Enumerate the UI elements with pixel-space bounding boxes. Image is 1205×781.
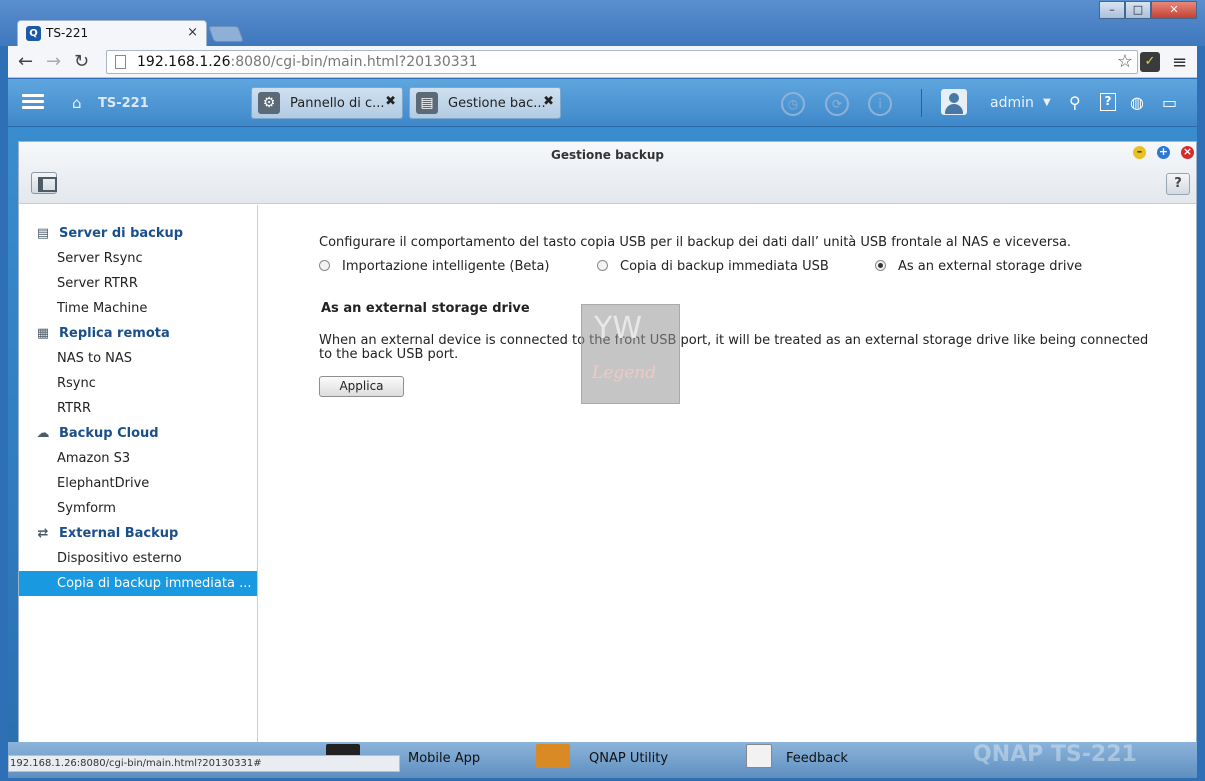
minimize-icon[interactable]: – — [1133, 146, 1146, 159]
globe-icon[interactable]: ◍ — [1130, 93, 1144, 112]
monitor-icon[interactable]: ▭ — [1162, 93, 1177, 112]
server-icon: ▤ — [36, 226, 50, 241]
tab-backup-manager[interactable]: ▤ Gestione bac... ✖ — [409, 87, 561, 119]
window-header: Gestione backup – + × ? — [19, 142, 1196, 204]
maximize-icon[interactable]: □ — [1125, 1, 1151, 19]
utility-icon[interactable] — [536, 744, 570, 768]
qnap-brand-logo: QNAP TS-221 — [973, 742, 1137, 767]
sidebar-item-rsync-server[interactable]: Server Rsync — [57, 251, 143, 266]
sidebar-group-external-backup[interactable]: ⇄ External Backup — [35, 526, 179, 541]
radio-button[interactable] — [319, 260, 330, 271]
nas-name: TS-221 — [98, 96, 149, 111]
browser-menu-icon[interactable]: ≡ — [1172, 52, 1187, 73]
browser-titlebar: Q TS-221 × – □ ✕ — [0, 0, 1205, 46]
tab-label: Pannello di c... — [290, 96, 385, 111]
sidebar-group-backup-cloud[interactable]: ☁ Backup Cloud — [35, 426, 159, 441]
window-title: Gestione backup — [551, 148, 664, 162]
help-icon[interactable]: ? — [1100, 93, 1116, 111]
help-button[interactable]: ? — [1166, 173, 1190, 195]
search-icon[interactable]: ⚲ — [1069, 93, 1081, 112]
section-text: When an external device is connected to … — [319, 333, 1149, 362]
dock-item-qnap-utility[interactable]: QNAP Utility — [589, 751, 668, 766]
watermark-logo: YW Legend — [581, 304, 680, 404]
main-panel: Configurare il comportamento del tasto c… — [259, 205, 1196, 745]
feedback-icon[interactable] — [746, 744, 772, 768]
sidebar-item-external-device[interactable]: Dispositivo esterno — [57, 551, 182, 566]
sidebar-group-remote-replica[interactable]: ▦ Replica remota — [35, 326, 170, 341]
sidebar-group-backup-server[interactable]: ▤ Server di backup — [35, 226, 183, 241]
sync-icon[interactable]: ⟳ — [825, 92, 849, 116]
sidebar-item-rsync[interactable]: Rsync — [57, 376, 96, 391]
radio-smart-import[interactable]: Importazione intelligente (Beta) — [319, 259, 550, 274]
gear-icon: ⚙ — [258, 92, 280, 114]
avatar[interactable] — [941, 89, 967, 115]
layout-toggle-button[interactable] — [31, 172, 57, 194]
cloud-icon: ☁ — [36, 426, 50, 441]
maximize-icon[interactable]: + — [1157, 146, 1170, 159]
minimize-icon[interactable]: – — [1099, 1, 1125, 19]
user-name[interactable]: admin — [990, 95, 1034, 111]
browser-toolbar: ← → ↻ 192.168.1.26:8080/cgi-bin/main.htm… — [8, 46, 1197, 78]
description-text: Configurare il comportamento del tasto c… — [319, 235, 1072, 250]
reload-icon[interactable]: ↻ — [74, 51, 89, 72]
tab-close-icon[interactable]: × — [187, 25, 198, 40]
qnap-desktop: ⌂ TS-221 ⚙ Pannello di c... ✖ ▤ Gestione… — [8, 79, 1197, 776]
new-tab-button[interactable] — [208, 26, 244, 42]
back-arrow-icon[interactable]: ← — [18, 51, 33, 72]
sidebar-item-amazon-s3[interactable]: Amazon S3 — [57, 451, 130, 466]
sidebar: ▤ Server di backup Server Rsync Server RT… — [19, 205, 258, 745]
forward-arrow-icon[interactable]: → — [46, 51, 61, 72]
radio-external-storage[interactable]: As an external storage drive — [875, 259, 1082, 274]
url-text: 192.168.1.26:8080/cgi-bin/main.html?2013… — [137, 54, 478, 70]
sidebar-item-rtrr[interactable]: RTRR — [57, 401, 91, 416]
radio-button-selected[interactable] — [875, 260, 886, 271]
tab-control-panel[interactable]: ⚙ Pannello di c... ✖ — [251, 87, 403, 119]
radio-button[interactable] — [597, 260, 608, 271]
qnap-topbar: ⌂ TS-221 ⚙ Pannello di c... ✖ ▤ Gestione… — [8, 79, 1197, 127]
bookmark-star-icon[interactable]: ☆ — [1117, 51, 1133, 72]
separator — [921, 89, 922, 117]
tab-close-icon[interactable]: ✖ — [385, 94, 396, 109]
replica-icon: ▦ — [36, 326, 50, 341]
backup-manager-window: Gestione backup – + × ? ▤ Server di backu… — [18, 141, 1197, 776]
close-window-icon[interactable]: ✕ — [1151, 1, 1197, 19]
tab-label: Gestione bac... — [448, 96, 546, 111]
clock-icon[interactable]: ◷ — [781, 92, 805, 116]
sidebar-item-time-machine[interactable]: Time Machine — [57, 301, 147, 316]
sidebar-item-label: Copia di backup immediata ... — [57, 576, 252, 591]
page-icon — [115, 55, 126, 69]
radio-usb-backup[interactable]: Copia di backup immediata USB — [597, 259, 829, 274]
apply-button[interactable]: Applica — [319, 376, 404, 397]
sidebar-item-rtrr-server[interactable]: Server RTRR — [57, 276, 138, 291]
chevron-down-icon[interactable]: ▼ — [1043, 97, 1051, 108]
home-icon[interactable]: ⌂ — [72, 94, 82, 112]
close-icon[interactable]: × — [1181, 146, 1194, 159]
section-title: As an external storage drive — [321, 301, 530, 316]
main-menu-icon[interactable] — [22, 91, 44, 113]
sidebar-item-usb-one-touch-copy[interactable]: Copia di backup immediata ... — [19, 571, 257, 596]
tab-title: TS-221 — [46, 26, 89, 40]
status-bar-url: 192.168.1.26:8080/cgi-bin/main.html?2013… — [8, 755, 400, 772]
window-controls: – □ ✕ — [1099, 1, 1197, 19]
dock-item-feedback[interactable]: Feedback — [786, 751, 848, 766]
address-bar[interactable]: 192.168.1.26:8080/cgi-bin/main.html?2013… — [106, 50, 1138, 74]
sidebar-item-nas-to-nas[interactable]: NAS to NAS — [57, 351, 132, 366]
dock-item-mobile-app[interactable]: Mobile App — [408, 751, 480, 766]
swap-arrows-icon: ⇄ — [37, 526, 49, 541]
sidebar-item-elephantdrive[interactable]: ElephantDrive — [57, 476, 149, 491]
browser-tab[interactable]: Q TS-221 × — [17, 20, 207, 46]
qnap-favicon-icon: Q — [26, 26, 41, 41]
extension-icon[interactable]: ✓ — [1140, 52, 1160, 72]
tab-close-icon[interactable]: ✖ — [543, 94, 554, 109]
info-icon[interactable]: i — [868, 92, 892, 116]
sidebar-item-symform[interactable]: Symform — [57, 501, 116, 516]
backup-icon: ▤ — [416, 92, 438, 114]
